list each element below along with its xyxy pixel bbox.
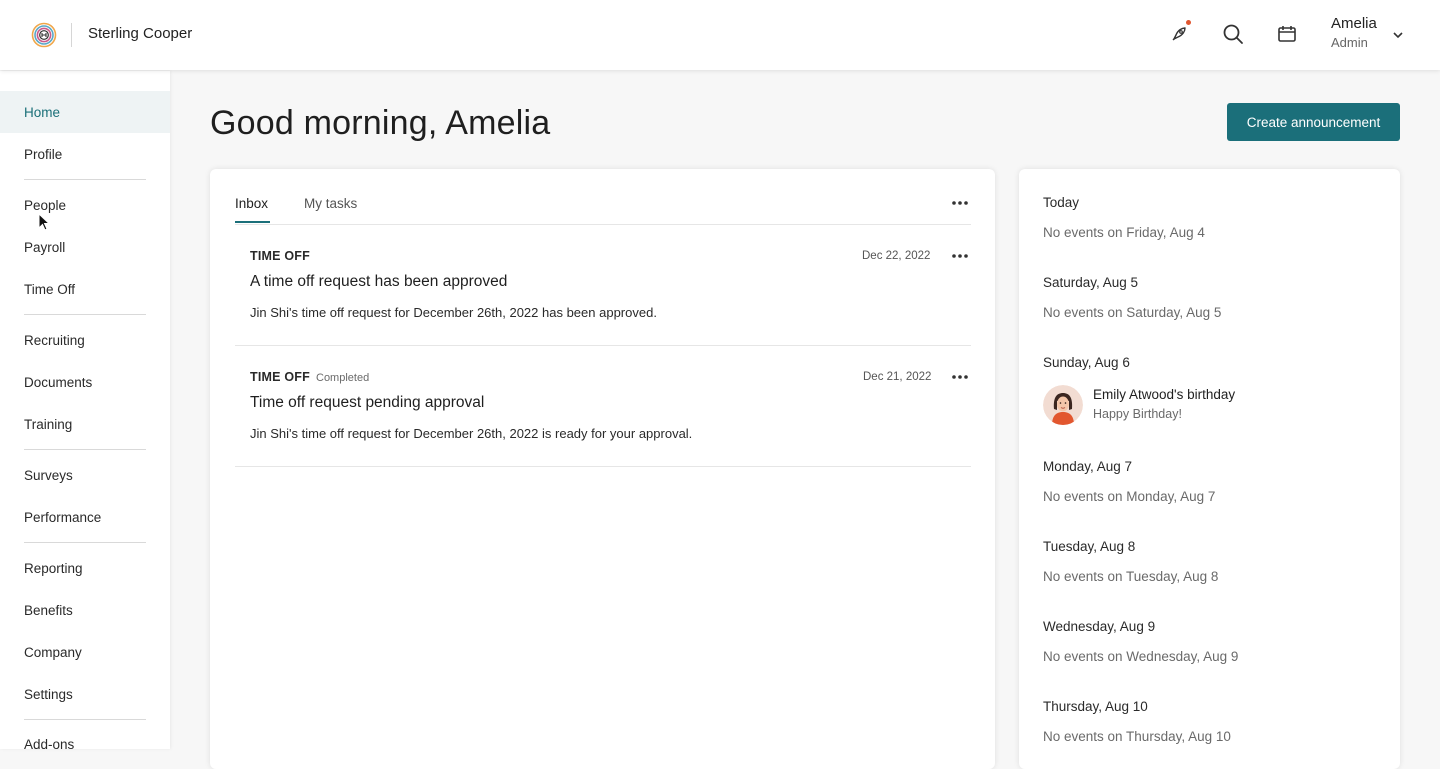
sidebar-divider xyxy=(24,314,146,315)
sidebar-item-settings[interactable]: Settings xyxy=(0,673,170,715)
sidebar-item-home[interactable]: Home xyxy=(0,91,170,133)
user-name: Amelia xyxy=(1331,15,1377,32)
sidebar-divider xyxy=(24,719,146,720)
page-title: Good morning, Amelia xyxy=(210,104,551,142)
more-options-icon[interactable] xyxy=(950,371,970,383)
event-day-label: Wednesday, Aug 9 xyxy=(1043,619,1156,634)
event-day-label: Monday, Aug 7 xyxy=(1043,459,1133,474)
sidebar-item-company[interactable]: Company xyxy=(0,631,170,673)
sidebar-divider xyxy=(24,179,146,180)
top-bar: Sterling Cooper Amelia Admin xyxy=(0,0,1440,70)
rocket-icon[interactable] xyxy=(1167,20,1191,46)
event-subtitle: Happy Birthday! xyxy=(1093,407,1182,421)
inbox-card: Inbox My tasks TIME OFF Dec 22, 2022 A t… xyxy=(210,169,995,769)
message-body: Jin Shi's time off request for December … xyxy=(250,426,693,441)
avatar[interactable] xyxy=(1043,385,1083,425)
tabs-divider xyxy=(235,224,971,225)
events-card: Today No events on Friday, Aug 4 Saturda… xyxy=(1019,169,1400,769)
message-divider xyxy=(235,466,971,467)
sidebar-item-profile[interactable]: Profile xyxy=(0,133,170,175)
event-empty-text: No events on Tuesday, Aug 8 xyxy=(1043,569,1219,584)
status-badge: Completed xyxy=(316,372,370,384)
sidebar-item-payroll[interactable]: Payroll xyxy=(0,226,170,268)
notification-dot xyxy=(1186,20,1191,25)
calendar-icon[interactable] xyxy=(1275,22,1299,46)
sidebar-item-documents[interactable]: Documents xyxy=(0,361,170,403)
tab-inbox[interactable]: Inbox xyxy=(235,196,268,211)
message-date: Dec 21, 2022 xyxy=(863,371,932,383)
event-title[interactable]: Emily Atwood's birthday xyxy=(1093,387,1235,402)
event-day-label: Saturday, Aug 5 xyxy=(1043,275,1139,290)
event-empty-text: No events on Thursday, Aug 10 xyxy=(1043,729,1231,744)
chevron-down-icon[interactable] xyxy=(1392,28,1404,40)
event-empty-text: No events on Monday, Aug 7 xyxy=(1043,489,1216,504)
sidebar-item-recruiting[interactable]: Recruiting xyxy=(0,319,170,361)
sidebar-divider xyxy=(24,449,146,450)
message-title: Time off request pending approval xyxy=(250,394,485,411)
message-type: TIME OFF xyxy=(250,249,310,263)
sidebar-item-surveys[interactable]: Surveys xyxy=(0,454,170,496)
tab-my-tasks[interactable]: My tasks xyxy=(304,196,357,211)
event-empty-text: No events on Wednesday, Aug 9 xyxy=(1043,649,1239,664)
event-day-label: Sunday, Aug 6 xyxy=(1043,355,1130,370)
event-day-label: Thursday, Aug 10 xyxy=(1043,699,1148,714)
user-menu[interactable]: Amelia Admin xyxy=(1331,15,1377,50)
event-day-label: Tuesday, Aug 8 xyxy=(1043,539,1136,554)
more-options-icon[interactable] xyxy=(950,197,970,209)
user-role: Admin xyxy=(1331,35,1368,50)
search-icon[interactable] xyxy=(1221,22,1245,46)
sidebar: Home Profile People Payroll Time Off Rec… xyxy=(0,71,170,752)
message-type: TIME OFF xyxy=(250,370,310,384)
company-name: Sterling Cooper xyxy=(88,25,193,42)
more-options-icon[interactable] xyxy=(950,250,970,262)
sidebar-item-benefits[interactable]: Benefits xyxy=(0,589,170,631)
logo-divider xyxy=(71,23,72,47)
message-body: Jin Shi's time off request for December … xyxy=(250,305,657,320)
event-empty-text: No events on Saturday, Aug 5 xyxy=(1043,305,1222,320)
event-empty-text: No events on Friday, Aug 4 xyxy=(1043,225,1205,240)
mouse-cursor-icon xyxy=(38,212,51,231)
sidebar-item-add-ons[interactable]: Add-ons xyxy=(0,723,170,765)
create-announcement-button[interactable]: Create announcement xyxy=(1227,103,1400,141)
sidebar-item-performance[interactable]: Performance xyxy=(0,496,170,538)
message-date: Dec 22, 2022 xyxy=(862,250,931,262)
event-day-label: Today xyxy=(1043,195,1080,210)
sidebar-item-training[interactable]: Training xyxy=(0,403,170,445)
logo-icon[interactable] xyxy=(31,19,57,51)
message-title: A time off request has been approved xyxy=(250,273,508,290)
active-tab-indicator xyxy=(235,221,270,223)
sidebar-item-people[interactable]: People xyxy=(0,184,170,226)
sidebar-item-reporting[interactable]: Reporting xyxy=(0,547,170,589)
sidebar-divider xyxy=(24,542,146,543)
sidebar-item-time-off[interactable]: Time Off xyxy=(0,268,170,310)
message-divider xyxy=(235,345,971,346)
